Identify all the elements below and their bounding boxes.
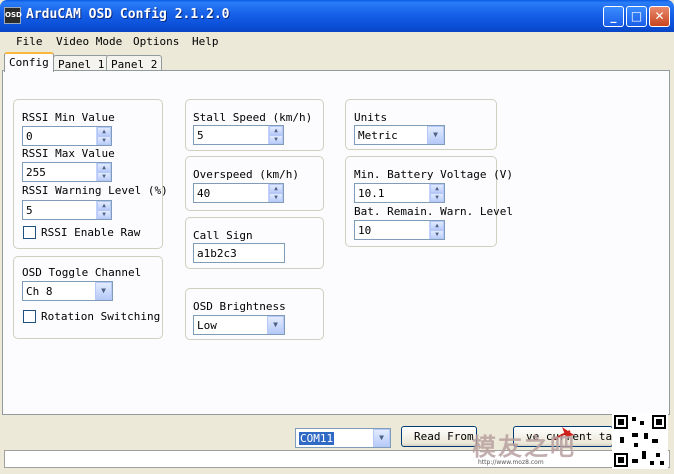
battery-remain-warn-spinner[interactable]: ▲ ▼ [429,221,444,239]
battery-remain-warn-input[interactable]: 10 ▲ ▼ [354,220,445,240]
rotation-switching-label[interactable]: Rotation Switching [41,310,160,323]
menu-options[interactable]: Options [133,35,179,48]
spin-down-icon[interactable]: ▼ [97,136,111,145]
spin-up-icon[interactable]: ▲ [97,201,111,210]
osd-toggle-channel-label: OSD Toggle Channel [22,266,142,279]
spin-down-icon[interactable]: ▼ [430,230,444,239]
rssi-enable-raw-label[interactable]: RSSI Enable Raw [41,226,140,239]
watermark-text: 模友之吧 [472,432,576,461]
min-battery-voltage-label: Min. Battery Voltage (V) [354,168,513,181]
qr-code [612,413,668,469]
rssi-min-spinner[interactable]: ▲ ▼ [96,127,111,145]
stall-speed-input[interactable]: 5 ▲ ▼ [193,125,284,145]
spin-up-icon[interactable]: ▲ [97,127,111,136]
spin-down-icon[interactable]: ▼ [97,172,111,181]
chevron-down-icon[interactable]: ▼ [95,282,112,300]
spin-up-icon[interactable]: ▲ [430,184,444,193]
menu-bar: File Video Mode Options Help [0,32,674,52]
window-title: ArduCAM OSD Config 2.1.2.0 [26,7,230,22]
chevron-down-icon[interactable]: ▼ [427,126,444,144]
battery-remain-warn-label: Bat. Remain. Warn. Level [354,205,513,218]
app-icon: OSD [4,7,22,24]
chevron-down-icon[interactable]: ▼ [373,429,390,447]
rssi-max-spinner[interactable]: ▲ ▼ [96,163,111,181]
overspeed-input[interactable]: 40 ▲ ▼ [193,183,284,203]
rssi-warning-label: RSSI Warning Level (%) [22,184,168,197]
call-sign-input[interactable]: a1b2c3 [193,243,285,263]
spin-up-icon[interactable]: ▲ [430,221,444,230]
stall-speed-spinner[interactable]: ▲ ▼ [268,126,283,144]
minimize-button[interactable]: _ [603,6,624,27]
call-sign-label: Call Sign [193,229,253,242]
spin-down-icon[interactable]: ▼ [430,193,444,202]
rssi-warning-input[interactable]: 5 ▲ ▼ [22,200,112,220]
spin-up-icon[interactable]: ▲ [269,184,283,193]
watermark-url: http://www.moz8.com [478,459,544,466]
spin-down-icon[interactable]: ▼ [269,135,283,144]
osd-brightness-select[interactable]: Low ▼ [193,315,285,335]
units-label: Units [354,111,388,124]
rssi-max-input[interactable]: 255 ▲ ▼ [22,162,112,182]
spin-up-icon[interactable]: ▲ [97,163,111,172]
tab-config[interactable]: Config [4,52,54,72]
osd-brightness-label: OSD Brightness [193,300,286,313]
watermark-logo: 模友之吧 http://www.moz8.com [470,425,580,471]
rssi-warning-spinner[interactable]: ▲ ▼ [96,201,111,219]
stall-speed-label: Stall Speed (km/h) [193,111,313,124]
min-battery-voltage-spinner[interactable]: ▲ ▼ [429,184,444,202]
osd-toggle-channel-select[interactable]: Ch 8 ▼ [22,281,113,301]
rotation-switching-checkbox[interactable] [23,310,36,323]
menu-video-mode[interactable]: Video Mode [56,35,122,48]
com-port-select[interactable]: COM11 ▼ [295,428,391,448]
spin-down-icon[interactable]: ▼ [97,210,111,219]
menu-file[interactable]: File [16,35,43,48]
read-from-osd-button[interactable]: Read From [401,426,477,447]
menu-help[interactable]: Help [192,35,219,48]
close-button[interactable]: ✕ [649,6,670,27]
rssi-max-label: RSSI Max Value [22,147,115,160]
overspeed-label: Overspeed (km/h) [193,168,299,181]
rssi-min-label: RSSI Min Value [22,111,115,124]
min-battery-voltage-input[interactable]: 10.1 ▲ ▼ [354,183,445,203]
rssi-enable-raw-checkbox[interactable] [23,226,36,239]
overspeed-spinner[interactable]: ▲ ▼ [268,184,283,202]
maximize-button[interactable]: □ [626,6,647,27]
units-select[interactable]: Metric ▼ [354,125,445,145]
chevron-down-icon[interactable]: ▼ [267,316,284,334]
spin-up-icon[interactable]: ▲ [269,126,283,135]
rssi-min-input[interactable]: 0 ▲ ▼ [22,126,112,146]
spin-down-icon[interactable]: ▼ [269,193,283,202]
